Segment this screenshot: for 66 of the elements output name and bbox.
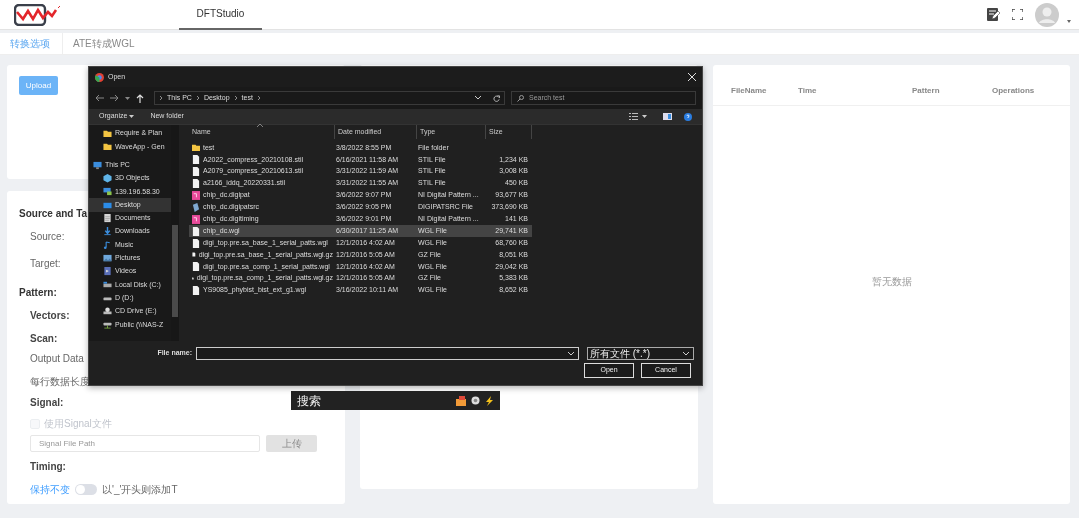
input-field[interactable]: Signal File Path: [30, 435, 260, 452]
help-icon[interactable]: [684, 112, 692, 121]
caret-icon[interactable]: [125, 96, 130, 100]
computer-icon: [93, 160, 102, 170]
disc-drive-icon: [103, 307, 112, 316]
music-icon: [103, 240, 112, 250]
file-icon: [192, 202, 200, 212]
gear-icon[interactable]: [471, 396, 480, 405]
app-tab[interactable]: DFTStudio: [179, 0, 262, 30]
section-title: Source and Ta: [19, 207, 88, 221]
column-header: Pattern: [912, 86, 940, 95]
preview-pane-icon[interactable]: [663, 113, 672, 120]
logo: [14, 3, 62, 26]
section-heading: Pattern:: [19, 286, 57, 300]
desktop-icon: [103, 200, 112, 210]
fullscreen-icon[interactable]: [1012, 9, 1023, 20]
chevron-icon: [159, 95, 163, 101]
field-label: Source:: [30, 230, 65, 244]
download-icon: [103, 227, 112, 237]
cube-icon: [103, 174, 112, 184]
empty-message: 暂无数据: [871, 276, 912, 287]
section-heading: Signal:: [30, 396, 64, 410]
video-icon: [103, 267, 112, 277]
field-label: Scan:: [30, 332, 58, 346]
refresh-icon[interactable]: [493, 94, 500, 102]
view-icon[interactable]: [629, 113, 638, 120]
switch-label: 以'_'开头则添加T: [102, 483, 178, 497]
dropdown-icon: [683, 351, 689, 356]
switch-label: 保持不变: [30, 483, 70, 497]
back-icon[interactable]: [95, 94, 104, 102]
section-heading: Timing:: [30, 460, 66, 474]
picture-icon: [103, 253, 112, 263]
lightning-icon[interactable]: [485, 395, 494, 406]
close-icon[interactable]: [688, 73, 696, 81]
file-type-dropdown[interactable]: 所有文件 (*.*): [587, 347, 694, 360]
caret-icon[interactable]: [642, 115, 647, 118]
file-icon: [192, 214, 200, 224]
caret-icon[interactable]: [1067, 19, 1071, 23]
field-label: Output Data: [30, 352, 84, 366]
column-header: FileName: [731, 86, 767, 95]
search-icon: [517, 94, 524, 102]
edit-icon[interactable]: [987, 8, 1000, 21]
network-drive-icon: [103, 320, 112, 330]
network-computer-icon: [103, 187, 112, 197]
search-bar[interactable]: 搜索: [291, 391, 500, 410]
column-header: Operations: [992, 86, 1035, 95]
file-icon: [192, 191, 200, 200]
toolbox-icon[interactable]: [456, 395, 466, 406]
up-icon[interactable]: [136, 93, 144, 103]
caret-icon[interactable]: [129, 115, 135, 118]
dropdown-icon[interactable]: [568, 351, 574, 356]
toggle-switch[interactable]: [75, 484, 97, 495]
forward-icon[interactable]: [110, 94, 119, 102]
app-icon: [95, 72, 104, 82]
chevron-icon: [256, 95, 261, 101]
field-label: Vectors:: [30, 309, 70, 323]
sort-icon[interactable]: [257, 124, 263, 127]
chevron-icon: [233, 95, 238, 101]
field-label: Target:: [30, 257, 61, 271]
file-name-field[interactable]: [196, 347, 579, 360]
dropdown-icon[interactable]: [475, 96, 481, 100]
folder-icon: [192, 143, 200, 153]
disk-icon: [103, 280, 112, 290]
column-header: Time: [798, 86, 817, 95]
document-icon: [103, 213, 112, 223]
chevron-icon: [195, 95, 200, 101]
